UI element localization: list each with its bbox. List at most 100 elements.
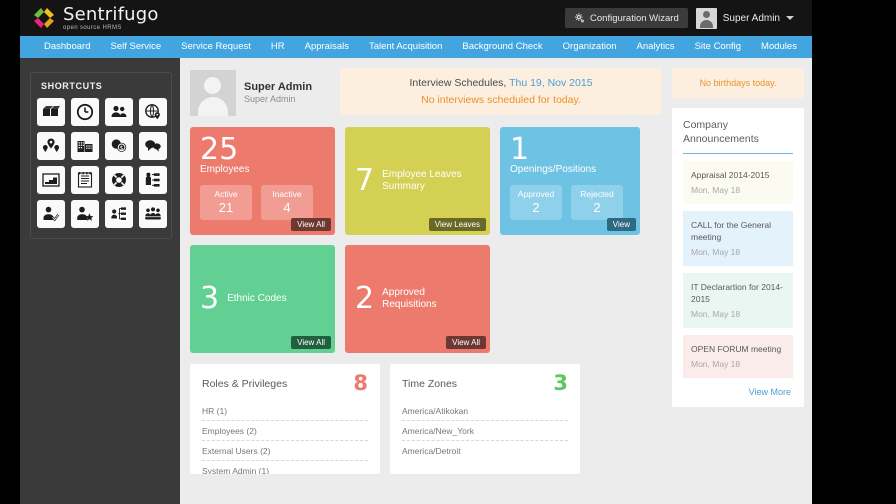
nav-item-dashboard[interactable]: Dashboard [34,36,100,58]
employees-active-label: Active [214,188,238,199]
shortcut-clock-icon[interactable] [71,98,99,126]
panel-time-zones: Time Zones 3 America/Atikokan America/Ne… [390,364,580,474]
profile-role: Super Admin [244,94,296,105]
shortcut-map-pins-icon[interactable] [37,132,65,160]
card-employees[interactable]: 25 Employees Active 21 Inactive 4 View A… [190,127,335,235]
nav-item-organization[interactable]: Organization [553,36,627,58]
employees-inactive-label: Inactive [272,188,302,199]
employees-active[interactable]: Active 21 [200,184,252,221]
list-item[interactable]: External Users (2) [202,441,368,461]
nav-item-self-service[interactable]: Self Service [100,36,171,58]
profile-avatar[interactable] [190,70,236,116]
list-item[interactable]: America/Atikokan [402,401,568,421]
openings-rejected[interactable]: Rejected 2 [571,184,623,221]
employees-view-all-button[interactable]: View All [291,218,331,231]
profile-name: Super Admin [244,81,313,93]
interview-message: No interviews scheduled for today. [421,94,581,106]
announcement-date: Mon, May 18 [691,185,741,196]
top-bar: Sentrifugo open source HRMS Configuratio… [20,0,812,36]
openings-count: 1 [510,132,530,167]
shortcut-lifesaver-icon[interactable] [105,166,133,194]
shortcut-building-icon[interactable] [71,132,99,160]
card-ethnic-codes[interactable]: 3 Ethnic Codes View All [190,245,335,353]
announcements-title: Company Announcements [683,118,793,155]
nav-item-talent-acquisition[interactable]: Talent Acquisition [359,36,452,58]
leaves-inline: 7 Employee Leaves Summary [355,136,480,226]
openings-approved[interactable]: Approved 2 [510,184,562,221]
requisitions-count: 2 [355,281,375,316]
avatar [695,7,717,29]
nav-item-background-check[interactable]: Background Check [452,36,552,58]
announcement-item[interactable]: IT Declarartion for 2014-2015 Mon, May 1… [683,273,793,328]
employees-count: 25 [200,132,239,167]
list-item[interactable]: America/Detroit [402,441,568,460]
nav-item-modules[interactable]: Modules [751,36,807,58]
brand-logo[interactable]: Sentrifugo open source HRMS [20,3,159,31]
employees-sub-stats: Active 21 Inactive 4 [200,184,325,221]
profile-interview-row: Super Admin Super Admin Interview Schedu… [190,68,662,116]
openings-approved-value: 2 [532,199,540,215]
shortcut-globe-pin-icon[interactable] [139,98,167,126]
nav-item-more[interactable]: More [807,36,812,58]
leaves-view-button[interactable]: View Leaves [428,218,486,231]
interview-label: Interview Schedules, [409,77,507,89]
shortcut-hierarchy-icon[interactable] [105,200,133,228]
openings-approved-label: Approved [517,188,555,199]
list-item[interactable]: America/New_York [402,421,568,441]
leaves-label: Employee Leaves Summary [382,168,462,193]
main-navigation: Dashboard Self Service Service Request H… [20,36,812,58]
requisitions-inline: 2 Approved Requisitions [355,254,480,344]
nav-item-site-config[interactable]: Site Config [685,36,751,58]
list-item[interactable]: Employees (2) [202,421,368,441]
browser-viewport: Sentrifugo open source HRMS Configuratio… [20,0,812,504]
announcement-item[interactable]: Appraisal 2014-2015 Mon, May 18 [683,161,793,205]
svg-text:$: $ [120,145,124,152]
user-menu[interactable]: Super Admin [695,7,794,29]
shortcut-user-check-icon[interactable] [37,200,65,228]
leaves-count: 7 [355,163,375,198]
nav-item-hr[interactable]: HR [261,36,295,58]
announcement-item[interactable]: CALL for the General meeting Mon, May 18 [683,211,793,267]
employees-inactive[interactable]: Inactive 4 [261,184,313,221]
requisitions-label: Approved Requisitions [382,286,437,311]
openings-view-button[interactable]: View [606,218,636,231]
timezones-list: America/Atikokan America/New_York Americ… [390,401,580,460]
shortcut-stairs-chart-icon[interactable] [37,166,65,194]
brand-tagline: open source HRMS [63,24,122,31]
shortcut-boxes-icon[interactable] [37,98,65,126]
shortcut-org-person-icon[interactable] [139,166,167,194]
card-openings[interactable]: 1 Openings/Positions Approved 2 Rejected… [500,127,640,235]
shortcut-chat-bubbles-icon[interactable] [139,132,167,160]
card-approved-requisitions[interactable]: 2 Approved Requisitions View All [345,245,490,353]
top-bar-actions: Configuration Wizard Super Admin [565,7,812,29]
birthdays-panel: No birthdays today. [672,68,804,98]
list-item[interactable]: System Admin (1) [202,461,368,474]
configuration-wizard-button[interactable]: Configuration Wizard [565,8,688,28]
nav-item-service-request[interactable]: Service Request [171,36,261,58]
shortcut-money-coins-icon[interactable]: $ [105,132,133,160]
announcement-date: Mon, May 18 [691,308,741,319]
shortcut-notes-list-icon[interactable] [71,166,99,194]
requisitions-view-all-button[interactable]: View All [446,336,486,349]
brand-name: Sentrifugo [63,3,159,25]
roles-header: Roles & Privileges 8 [190,364,380,401]
ethnic-view-all-button[interactable]: View All [291,336,331,349]
main-right-column: No birthdays today. Company Announcement… [672,68,804,504]
nav-item-analytics[interactable]: Analytics [627,36,685,58]
timezones-header: Time Zones 3 [390,364,580,401]
announcement-item[interactable]: OPEN FORUM meeting Mon, May 18 [683,334,793,378]
employees-label: Employees [200,164,250,175]
shortcut-users-group-icon[interactable] [105,98,133,126]
nav-item-appraisals[interactable]: Appraisals [295,36,359,58]
shortcut-user-star-icon[interactable] [71,200,99,228]
list-item[interactable]: HR (1) [202,401,368,421]
timezones-count: 3 [553,371,568,395]
interview-header: Interview Schedules, Thu 19, Nov 2015 [348,77,654,89]
openings-label: Openings/Positions [510,164,597,175]
list-panels-row: Roles & Privileges 8 HR (1) Employees (2… [190,364,662,474]
roles-title: Roles & Privileges [202,377,288,390]
page-body: SHORTCUTS $ Super Admin Super Admin Inte… [20,58,812,504]
card-employee-leaves[interactable]: 7 Employee Leaves Summary View Leaves [345,127,490,235]
shortcut-meeting-group-icon[interactable] [139,200,167,228]
announcements-view-more-link[interactable]: View More [683,378,793,399]
